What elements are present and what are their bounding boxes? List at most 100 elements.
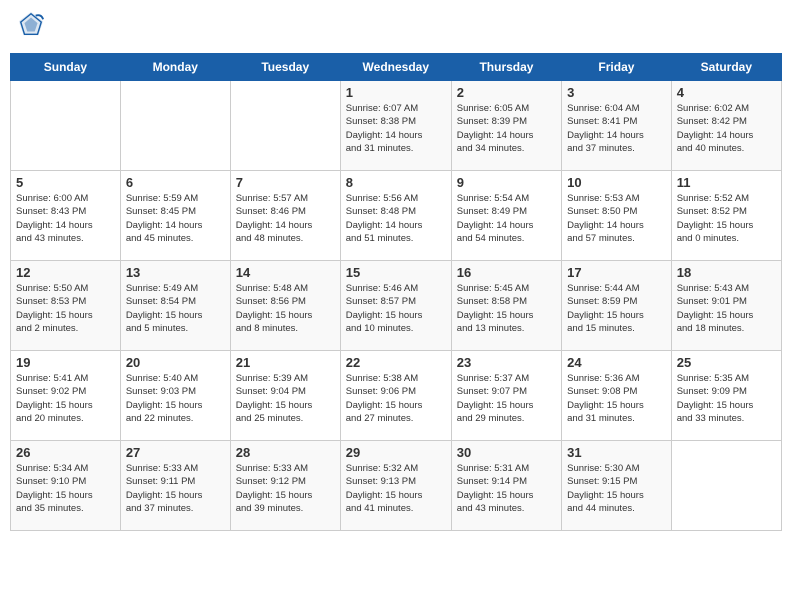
day-info: Sunrise: 5:38 AM Sunset: 9:06 PM Dayligh…: [346, 372, 446, 425]
col-header-tuesday: Tuesday: [230, 54, 340, 81]
day-info: Sunrise: 5:50 AM Sunset: 8:53 PM Dayligh…: [16, 282, 115, 335]
day-number: 1: [346, 85, 446, 100]
day-info: Sunrise: 5:37 AM Sunset: 9:07 PM Dayligh…: [457, 372, 556, 425]
logo: [15, 10, 47, 43]
calendar-cell: 11Sunrise: 5:52 AM Sunset: 8:52 PM Dayli…: [671, 171, 781, 261]
calendar-cell: 17 Sunrise: 5:44 AM Sunset: 8:59 PM Dayli…: [562, 261, 672, 351]
day-number: 12: [16, 265, 115, 280]
calendar-cell: 9 Sunrise: 5:54 AM Sunset: 8:49 PM Daylig…: [451, 171, 561, 261]
day-info: Sunrise: 5:44 AM Sunset: 8:59 PM Dayligh…: [567, 282, 666, 335]
day-number: 27: [126, 445, 225, 460]
col-header-friday: Friday: [562, 54, 672, 81]
day-number: 6: [126, 175, 225, 190]
col-header-monday: Monday: [120, 54, 230, 81]
day-info: Sunrise: 5:43 AM Sunset: 9:01 PM Dayligh…: [677, 282, 776, 335]
day-info: Sunrise: 5:40 AM Sunset: 9:03 PM Dayligh…: [126, 372, 225, 425]
calendar-cell: 29 Sunrise: 5:32 AM Sunset: 9:13 PM Dayli…: [340, 441, 451, 531]
day-number: 16: [457, 265, 556, 280]
calendar-cell: 4 Sunrise: 6:02 AM Sunset: 8:42 PM Daylig…: [671, 81, 781, 171]
day-info: Sunrise: 5:59 AM Sunset: 8:45 PM Dayligh…: [126, 192, 225, 245]
day-number: 10: [567, 175, 666, 190]
day-number: 5: [16, 175, 115, 190]
calendar-cell: 3 Sunrise: 6:04 AM Sunset: 8:41 PM Daylig…: [562, 81, 672, 171]
day-number: 21: [236, 355, 335, 370]
calendar-cell: [671, 441, 781, 531]
calendar-cell: 14Sunrise: 5:48 AM Sunset: 8:56 PM Dayli…: [230, 261, 340, 351]
page-header: [10, 10, 782, 43]
calendar-week-row: 1 Sunrise: 6:07 AM Sunset: 8:38 PM Daylig…: [11, 81, 782, 171]
day-number: 22: [346, 355, 446, 370]
day-number: 4: [677, 85, 776, 100]
day-info: Sunrise: 5:33 AM Sunset: 9:11 PM Dayligh…: [126, 462, 225, 515]
calendar-cell: [120, 81, 230, 171]
calendar-cell: 8 Sunrise: 5:56 AM Sunset: 8:48 PM Daylig…: [340, 171, 451, 261]
day-number: 2: [457, 85, 556, 100]
calendar-cell: 22 Sunrise: 5:38 AM Sunset: 9:06 PM Dayli…: [340, 351, 451, 441]
calendar-cell: 6 Sunrise: 5:59 AM Sunset: 8:45 PM Daylig…: [120, 171, 230, 261]
day-number: 31: [567, 445, 666, 460]
day-info: Sunrise: 5:30 AM Sunset: 9:15 PM Dayligh…: [567, 462, 666, 515]
calendar-cell: 5 Sunrise: 6:00 AM Sunset: 8:43 PM Daylig…: [11, 171, 121, 261]
calendar-cell: 23 Sunrise: 5:37 AM Sunset: 9:07 PM Dayli…: [451, 351, 561, 441]
calendar-cell: 13 Sunrise: 5:49 AM Sunset: 8:54 PM Dayli…: [120, 261, 230, 351]
day-info: Sunrise: 5:32 AM Sunset: 9:13 PM Dayligh…: [346, 462, 446, 515]
col-header-wednesday: Wednesday: [340, 54, 451, 81]
day-info: Sunrise: 5:46 AM Sunset: 8:57 PM Dayligh…: [346, 282, 446, 335]
day-info: Sunrise: 6:02 AM Sunset: 8:42 PM Dayligh…: [677, 102, 776, 155]
day-info: Sunrise: 6:05 AM Sunset: 8:39 PM Dayligh…: [457, 102, 556, 155]
day-number: 19: [16, 355, 115, 370]
day-number: 17: [567, 265, 666, 280]
day-number: 30: [457, 445, 556, 460]
calendar-week-row: 12 Sunrise: 5:50 AM Sunset: 8:53 PM Dayli…: [11, 261, 782, 351]
day-number: 18: [677, 265, 776, 280]
day-info: Sunrise: 6:04 AM Sunset: 8:41 PM Dayligh…: [567, 102, 666, 155]
calendar-cell: 2 Sunrise: 6:05 AM Sunset: 8:39 PM Daylig…: [451, 81, 561, 171]
calendar-cell: 28Sunrise: 5:33 AM Sunset: 9:12 PM Dayli…: [230, 441, 340, 531]
day-number: 23: [457, 355, 556, 370]
day-info: Sunrise: 5:49 AM Sunset: 8:54 PM Dayligh…: [126, 282, 225, 335]
day-info: Sunrise: 5:45 AM Sunset: 8:58 PM Dayligh…: [457, 282, 556, 335]
calendar-table: SundayMondayTuesdayWednesdayThursdayFrid…: [10, 53, 782, 531]
calendar-cell: [230, 81, 340, 171]
col-header-saturday: Saturday: [671, 54, 781, 81]
day-info: Sunrise: 5:57 AM Sunset: 8:46 PM Dayligh…: [236, 192, 335, 245]
day-info: Sunrise: 6:00 AM Sunset: 8:43 PM Dayligh…: [16, 192, 115, 245]
day-number: 8: [346, 175, 446, 190]
day-number: 29: [346, 445, 446, 460]
calendar-cell: 16 Sunrise: 5:45 AM Sunset: 8:58 PM Dayli…: [451, 261, 561, 351]
calendar-cell: 30 Sunrise: 5:31 AM Sunset: 9:14 PM Dayli…: [451, 441, 561, 531]
day-info: Sunrise: 5:31 AM Sunset: 9:14 PM Dayligh…: [457, 462, 556, 515]
day-info: Sunrise: 5:48 AM Sunset: 8:56 PM Dayligh…: [236, 282, 335, 335]
day-number: 25: [677, 355, 776, 370]
day-info: Sunrise: 6:07 AM Sunset: 8:38 PM Dayligh…: [346, 102, 446, 155]
calendar-cell: 20 Sunrise: 5:40 AM Sunset: 9:03 PM Dayli…: [120, 351, 230, 441]
calendar-cell: 18 Sunrise: 5:43 AM Sunset: 9:01 PM Dayli…: [671, 261, 781, 351]
calendar-cell: 10 Sunrise: 5:53 AM Sunset: 8:50 PM Dayli…: [562, 171, 672, 261]
day-number: 24: [567, 355, 666, 370]
day-number: 9: [457, 175, 556, 190]
col-header-sunday: Sunday: [11, 54, 121, 81]
day-info: Sunrise: 5:53 AM Sunset: 8:50 PM Dayligh…: [567, 192, 666, 245]
day-number: 20: [126, 355, 225, 370]
day-number: 3: [567, 85, 666, 100]
calendar-cell: 24 Sunrise: 5:36 AM Sunset: 9:08 PM Dayli…: [562, 351, 672, 441]
calendar-week-row: 19 Sunrise: 5:41 AM Sunset: 9:02 PM Dayli…: [11, 351, 782, 441]
calendar-cell: 19 Sunrise: 5:41 AM Sunset: 9:02 PM Dayli…: [11, 351, 121, 441]
calendar-week-row: 5 Sunrise: 6:00 AM Sunset: 8:43 PM Daylig…: [11, 171, 782, 261]
calendar-cell: [11, 81, 121, 171]
day-number: 13: [126, 265, 225, 280]
day-info: Sunrise: 5:39 AM Sunset: 9:04 PM Dayligh…: [236, 372, 335, 425]
day-info: Sunrise: 5:36 AM Sunset: 9:08 PM Dayligh…: [567, 372, 666, 425]
day-info: Sunrise: 5:54 AM Sunset: 8:49 PM Dayligh…: [457, 192, 556, 245]
calendar-week-row: 26 Sunrise: 5:34 AM Sunset: 9:10 PM Dayli…: [11, 441, 782, 531]
col-header-thursday: Thursday: [451, 54, 561, 81]
calendar-cell: 31 Sunrise: 5:30 AM Sunset: 9:15 PM Dayli…: [562, 441, 672, 531]
day-info: Sunrise: 5:41 AM Sunset: 9:02 PM Dayligh…: [16, 372, 115, 425]
day-number: 26: [16, 445, 115, 460]
calendar-cell: 15Sunrise: 5:46 AM Sunset: 8:57 PM Dayli…: [340, 261, 451, 351]
calendar-cell: 21 Sunrise: 5:39 AM Sunset: 9:04 PM Dayli…: [230, 351, 340, 441]
day-info: Sunrise: 5:35 AM Sunset: 9:09 PM Dayligh…: [677, 372, 776, 425]
day-info: Sunrise: 5:56 AM Sunset: 8:48 PM Dayligh…: [346, 192, 446, 245]
day-info: Sunrise: 5:33 AM Sunset: 9:12 PM Dayligh…: [236, 462, 335, 515]
day-info: Sunrise: 5:34 AM Sunset: 9:10 PM Dayligh…: [16, 462, 115, 515]
